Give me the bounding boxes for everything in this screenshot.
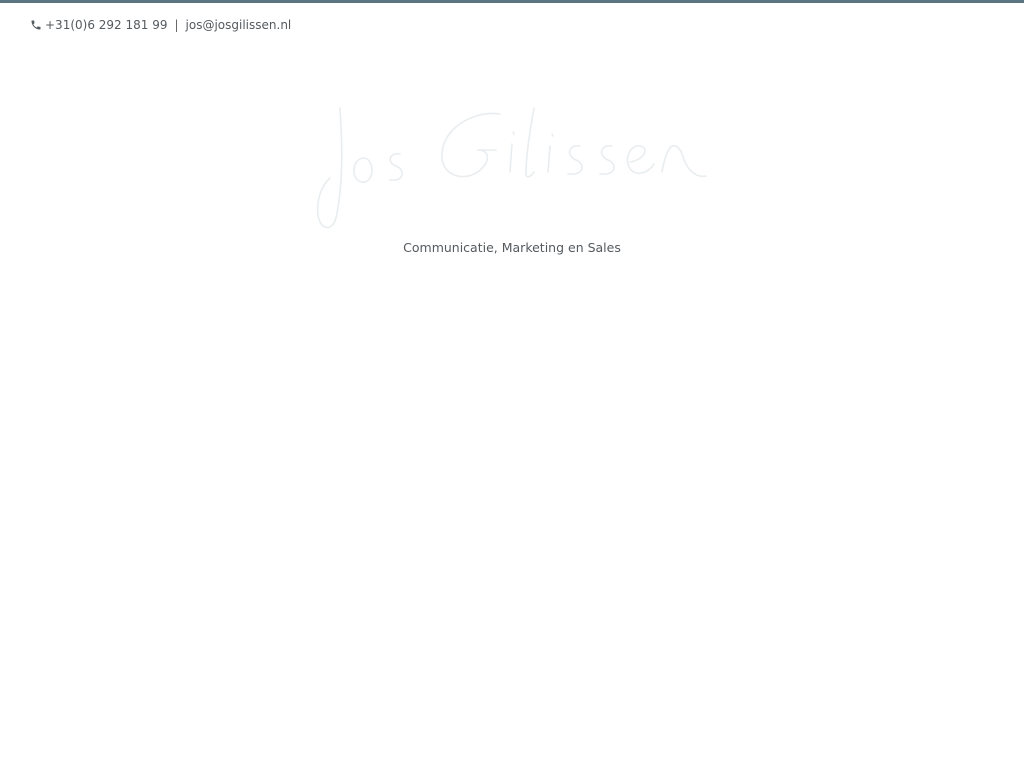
top-accent-bar <box>0 0 1024 3</box>
phone-icon <box>30 19 42 31</box>
contact-bar: +31(0)6 292 181 99 | jos@josgilissen.nl <box>30 17 291 33</box>
email-link[interactable]: jos@josgilissen.nl <box>186 18 292 32</box>
tagline: Communicatie, Marketing en Sales <box>403 240 621 255</box>
phone-link[interactable]: +31(0)6 292 181 99 <box>45 18 167 32</box>
contact-separator: | <box>174 18 179 32</box>
signature-logo[interactable] <box>312 100 712 235</box>
signature-logo-graphic <box>316 107 707 229</box>
